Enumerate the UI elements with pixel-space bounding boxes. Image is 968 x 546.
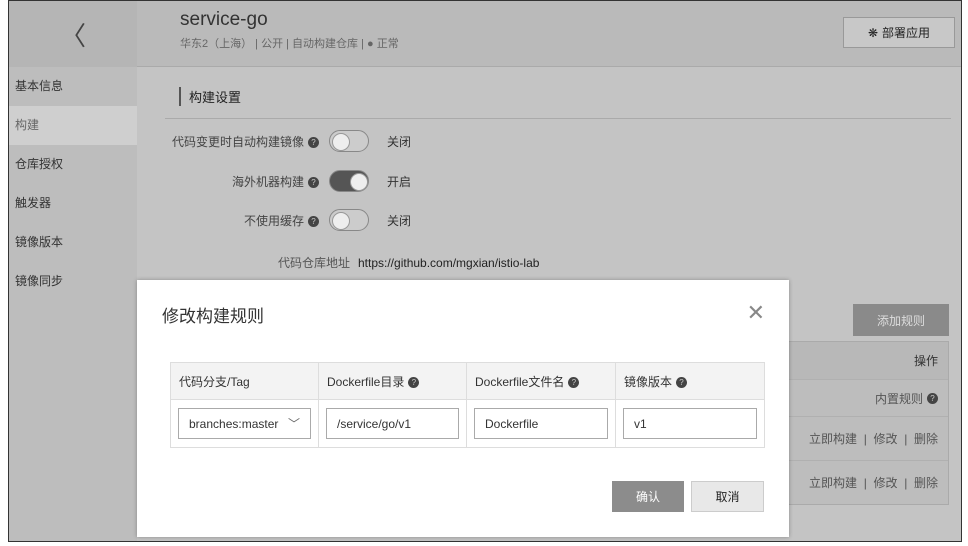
branch-value: branches:master xyxy=(189,416,279,431)
setting-label: 海外机器构建 xyxy=(231,174,304,189)
rules-table: 操作 内置规则? 立即构建 | 修改 | 删除 立即构建 | 修改 | 删除 xyxy=(787,341,949,505)
cancel-button[interactable]: 取消 xyxy=(691,481,764,512)
col-label: Dockerfile目录 xyxy=(327,374,405,389)
snowflake-icon: ❋ xyxy=(867,25,879,40)
help-icon[interactable]: ? xyxy=(308,136,319,148)
separator: | xyxy=(904,431,908,446)
toggle-state: 关闭 xyxy=(387,213,412,228)
help-icon[interactable]: ? xyxy=(408,376,420,388)
help-icon[interactable]: ? xyxy=(568,376,580,388)
repo-subtitle: 华东2（上海） | 公开 | 自动构建仓库 | ● 正常 xyxy=(180,38,399,50)
rule-form-table: 代码分支/Tag Dockerfile目录? Dockerfile文件名? 镜像… xyxy=(170,362,765,448)
repo-url[interactable]: https://github.com/mgxian/istio-lab xyxy=(358,256,539,270)
col-label: 镜像版本 xyxy=(624,374,673,389)
help-icon[interactable]: ? xyxy=(308,176,319,188)
col-label: Dockerfile文件名 xyxy=(475,374,565,389)
repo-url-row: 代码仓库地址 https://github.com/mgxian/istio-l… xyxy=(137,254,539,271)
sidebar-item-repo-auth[interactable]: 仓库授权 xyxy=(9,145,137,184)
builtin-rule: 内置规则? xyxy=(788,379,948,416)
delete-link[interactable]: 删除 xyxy=(914,474,938,491)
build-now-link[interactable]: 立即构建 xyxy=(809,474,857,491)
edit-link[interactable]: 修改 xyxy=(874,474,898,491)
sidebar-item-triggers[interactable]: 触发器 xyxy=(9,184,137,223)
sidebar-item-image-sync[interactable]: 镜像同步 xyxy=(9,262,137,301)
separator: | xyxy=(863,475,867,490)
add-rule-button[interactable]: 添加规则 xyxy=(853,304,949,336)
setting-no-cache: 不使用缓存? 关闭 xyxy=(137,209,411,231)
setting-label: 代码变更时自动构建镜像 xyxy=(171,134,304,149)
sidebar: 〈 基本信息 构建 仓库授权 触发器 镜像版本 镜像同步 xyxy=(9,1,137,541)
help-icon[interactable]: ? xyxy=(308,215,319,227)
rule-actions: 立即构建 | 修改 | 删除 xyxy=(788,460,948,504)
deploy-app-button[interactable]: ❋ 部署应用 xyxy=(843,17,955,48)
repo-url-label: 代码仓库地址 xyxy=(277,256,350,270)
edit-link[interactable]: 修改 xyxy=(874,430,898,447)
sidebar-item-image-versions[interactable]: 镜像版本 xyxy=(9,223,137,262)
auto-build-toggle[interactable] xyxy=(329,130,369,152)
toggle-state: 开启 xyxy=(387,174,412,189)
section-title: 构建设置 xyxy=(179,87,241,106)
col-image-version: 镜像版本? xyxy=(615,362,765,400)
setting-overseas-build: 海外机器构建? 开启 xyxy=(137,170,411,192)
dockerfile-dir-input[interactable]: /service/go/v1 xyxy=(326,408,459,439)
help-icon[interactable]: ? xyxy=(927,392,938,404)
col-branch: 代码分支/Tag xyxy=(170,362,319,400)
chevron-down-icon: ﹀ xyxy=(287,417,300,431)
image-version-input[interactable]: v1 xyxy=(623,408,757,439)
delete-link[interactable]: 删除 xyxy=(914,430,938,447)
toggle-state: 关闭 xyxy=(387,134,412,149)
setting-auto-build: 代码变更时自动构建镜像? 关闭 xyxy=(137,130,411,152)
separator: | xyxy=(863,431,867,446)
rule-actions: 立即构建 | 修改 | 删除 xyxy=(788,416,948,460)
page-title: service-go xyxy=(180,9,268,30)
dialog-title: 修改构建规则 xyxy=(162,307,264,326)
ops-header: 操作 xyxy=(788,342,948,379)
separator: | xyxy=(904,475,908,490)
dockerfile-name-input[interactable]: Dockerfile xyxy=(474,408,608,439)
deploy-label: 部署应用 xyxy=(882,26,931,40)
col-dockerfile-name: Dockerfile文件名? xyxy=(466,362,616,400)
sidebar-item-basic-info[interactable]: 基本信息 xyxy=(9,67,137,106)
back-button[interactable]: 〈 xyxy=(9,1,137,67)
close-icon[interactable]: ✕ xyxy=(747,300,765,326)
header: service-go 华东2（上海） | 公开 | 自动构建仓库 | ● 正常 … xyxy=(137,1,961,67)
edit-build-rule-dialog: 修改构建规则 ✕ 代码分支/Tag Dockerfile目录? Dockerfi… xyxy=(137,280,789,537)
confirm-button[interactable]: 确认 xyxy=(612,481,684,512)
build-now-link[interactable]: 立即构建 xyxy=(809,430,857,447)
divider xyxy=(165,118,951,119)
no-cache-toggle[interactable] xyxy=(329,209,369,231)
sidebar-item-build[interactable]: 构建 xyxy=(9,106,137,145)
builtin-label: 内置规则 xyxy=(874,391,923,406)
help-icon[interactable]: ? xyxy=(676,376,688,388)
branch-select[interactable]: branches:master ﹀ xyxy=(178,408,311,439)
overseas-build-toggle[interactable] xyxy=(329,170,369,192)
col-dockerfile-dir: Dockerfile目录? xyxy=(318,362,467,400)
setting-label: 不使用缓存 xyxy=(243,213,304,228)
